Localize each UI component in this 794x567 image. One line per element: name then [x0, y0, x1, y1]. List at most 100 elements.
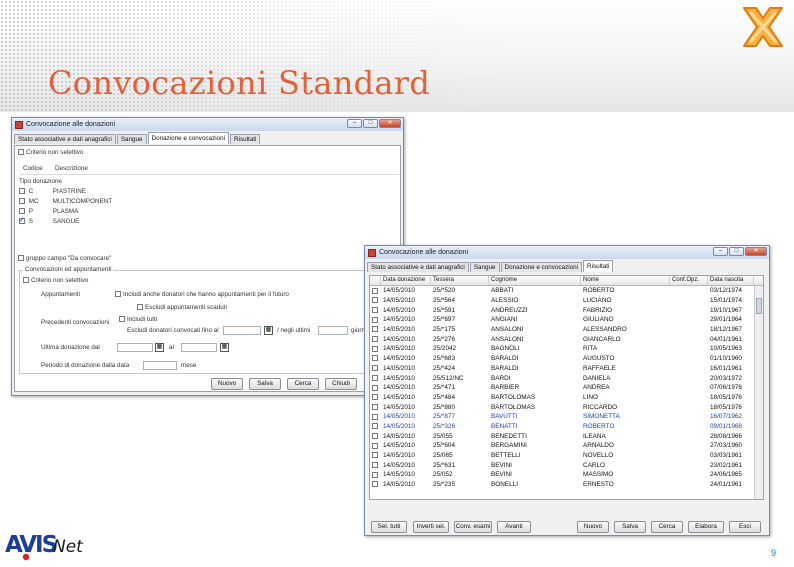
donation-type-checkbox[interactable] — [19, 198, 25, 205]
row-select-checkbox[interactable] — [372, 307, 378, 314]
row-select-checkbox[interactable] — [372, 462, 378, 469]
row-checkbox[interactable] — [370, 336, 381, 343]
row-select-checkbox[interactable] — [372, 452, 378, 459]
row-select-checkbox[interactable] — [372, 365, 378, 372]
search-button[interactable]: Cerca — [287, 378, 319, 390]
col-birth[interactable]: Data nascita — [708, 276, 754, 285]
col-name[interactable]: Nome — [581, 276, 670, 285]
table-row[interactable]: 14/05/2010 25/*235 BONELLI ERNESTO 24/01/196… — [370, 480, 763, 490]
new-button[interactable]: Nuovo — [211, 378, 243, 390]
interval-input[interactable] — [143, 361, 177, 370]
tab-anagrafica[interactable]: Stato associative e dati anagrafici — [367, 262, 469, 272]
appointments-option-row[interactable]: Includi anche donatori che hanno appunta… — [115, 291, 289, 298]
row-select-checkbox[interactable] — [372, 374, 378, 381]
row-select-checkbox[interactable] — [372, 413, 378, 420]
table-row[interactable]: 14/05/2010 25/065 BETTELLI NOVELLO 03/03/196… — [370, 451, 763, 461]
appointments-criteria-checkbox[interactable] — [23, 277, 29, 284]
donation-type-checkbox[interactable] — [19, 188, 25, 195]
donation-type-row[interactable]: MC MULTICOMPONENT — [19, 198, 112, 205]
row-select-checkbox[interactable] — [372, 423, 378, 430]
row-select-checkbox[interactable] — [372, 355, 378, 362]
minimize-button[interactable]: – — [347, 119, 362, 128]
row-checkbox[interactable] — [370, 452, 381, 459]
calendar-icon[interactable]: ▦ — [220, 343, 229, 352]
table-row[interactable]: 14/05/2010 25/2042 BAGNOLI RITA 10/05/1963 — [370, 344, 763, 354]
row-checkbox[interactable] — [370, 394, 381, 401]
row-checkbox[interactable] — [370, 365, 381, 372]
include-all-checkbox[interactable] — [119, 316, 125, 323]
window-titlebar[interactable]: Convocazione alle donazioni – □ ✕ — [365, 246, 769, 259]
table-row[interactable]: 14/05/2010 25/*326 BENATTI ROBERTO 09/01/196… — [370, 422, 763, 432]
invert-selection-button[interactable]: Inverti sel. — [413, 521, 449, 533]
criteria-checkbox-row[interactable]: Criterio non selettivo — [18, 149, 83, 156]
table-row[interactable]: 14/05/2010 25/*604 BERGAMINI ARNALDO 27/03/1… — [370, 441, 763, 451]
tab-risultati[interactable]: Risultati — [583, 260, 614, 272]
group-checkbox[interactable] — [18, 255, 24, 262]
next-button[interactable]: Avanti — [497, 521, 531, 533]
row-checkbox[interactable] — [370, 423, 381, 430]
table-row[interactable]: 14/05/2010 25/055 BENEDETTI ILEANA 28/08/196… — [370, 431, 763, 441]
calendar-icon[interactable]: ▦ — [155, 343, 164, 352]
donation-type-checkbox[interactable] — [19, 216, 25, 225]
save-button[interactable]: Salva — [249, 378, 281, 390]
row-select-checkbox[interactable] — [372, 432, 378, 439]
maximize-button[interactable]: □ — [729, 247, 744, 256]
tab-risultati[interactable]: Risultati — [230, 134, 261, 144]
row-checkbox[interactable] — [370, 481, 381, 488]
row-checkbox[interactable] — [370, 413, 381, 420]
search-button[interactable]: Cerca — [651, 521, 683, 533]
tab-sangue[interactable]: Sangue — [116, 134, 147, 144]
row-checkbox[interactable] — [370, 462, 381, 469]
col-date[interactable]: Data donazione — [381, 276, 431, 285]
convocation-exams-button[interactable]: Conv. esami — [454, 521, 492, 533]
scroll-thumb[interactable] — [756, 298, 762, 314]
row-checkbox[interactable] — [370, 403, 381, 411]
row-select-checkbox[interactable] — [372, 471, 378, 478]
row-checkbox[interactable] — [370, 442, 381, 449]
days-input[interactable] — [318, 326, 348, 335]
table-row[interactable]: 14/05/2010 25/*276 ANSALONI GIANCARLO 04/01/… — [370, 334, 763, 344]
table-row[interactable]: 14/05/2010 25/*424 BARALDI RAFFAELE 16/01/19… — [370, 364, 763, 374]
criteria-checkbox[interactable] — [18, 149, 24, 156]
row-checkbox[interactable] — [370, 287, 381, 294]
table-row[interactable]: 14/05/2010 25/512/NC BARDI DANIELA 20/03/197… — [370, 373, 763, 383]
row-checkbox[interactable] — [370, 374, 381, 382]
donation-type-row[interactable]: P PLASMA — [19, 208, 78, 215]
close-button[interactable]: ✕ — [379, 119, 401, 128]
donation-type-checkbox[interactable] — [19, 208, 25, 215]
row-checkbox[interactable] — [370, 297, 381, 304]
group-checkbox-row[interactable]: gruppo campo "Da convocare" — [18, 255, 111, 262]
row-select-checkbox[interactable] — [372, 384, 378, 391]
table-row[interactable]: 14/05/2010 25/*880 BARTOLOMAS RICCARDO 18/05… — [370, 402, 763, 412]
table-row[interactable]: 14/05/2010 25/*520 ABBATI ROBERTO 03/12/1974 — [370, 286, 763, 296]
row-checkbox[interactable] — [370, 384, 381, 391]
appointments-criteria-row[interactable]: Criterio non selettivo — [23, 277, 88, 284]
row-select-checkbox[interactable] — [372, 287, 378, 294]
row-select-checkbox[interactable] — [372, 297, 378, 304]
select-all-button[interactable]: Sel. tutti — [371, 521, 407, 533]
row-checkbox[interactable] — [370, 355, 381, 362]
col-surname[interactable]: Cognome — [489, 276, 581, 285]
row-checkbox[interactable] — [370, 316, 381, 323]
vertical-scrollbar[interactable] — [754, 286, 763, 499]
exclude-date-input[interactable] — [223, 326, 261, 335]
last-donation-from-input[interactable] — [117, 343, 153, 352]
minimize-button[interactable]: – — [713, 247, 728, 256]
donation-type-row[interactable]: S SANGUE — [19, 216, 79, 225]
col-conf[interactable]: Conf.Opz. — [670, 276, 708, 285]
row-checkbox[interactable] — [370, 307, 381, 314]
tab-donazione[interactable]: Donazione e convocazioni — [147, 132, 230, 144]
tab-donazione[interactable]: Donazione e convocazioni — [500, 262, 583, 272]
row-select-checkbox[interactable] — [372, 394, 378, 401]
table-row[interactable]: 14/05/2010 25/*564 ALESSIO LUCIANO 15/01/197… — [370, 296, 763, 306]
last-donation-to-input[interactable] — [181, 343, 217, 352]
process-button[interactable]: Elabora — [688, 521, 724, 533]
table-row[interactable]: 14/05/2010 25/*877 BAVUTTI SIMONETTA 16/07/1… — [370, 412, 763, 422]
row-select-checkbox[interactable] — [372, 442, 378, 449]
save-button[interactable]: Salva — [614, 521, 646, 533]
calendar-icon[interactable]: ▦ — [264, 326, 273, 335]
tab-anagrafica[interactable]: Stato associative e dati anagrafici — [14, 134, 116, 144]
row-select-checkbox[interactable] — [372, 345, 378, 352]
table-row[interactable]: 14/05/2010 25/*175 ANSALONI ALESSANDRO 18/12… — [370, 325, 763, 335]
table-row[interactable]: 14/05/2010 25/*471 BARBIER ANDREA 07/06/1976 — [370, 383, 763, 393]
